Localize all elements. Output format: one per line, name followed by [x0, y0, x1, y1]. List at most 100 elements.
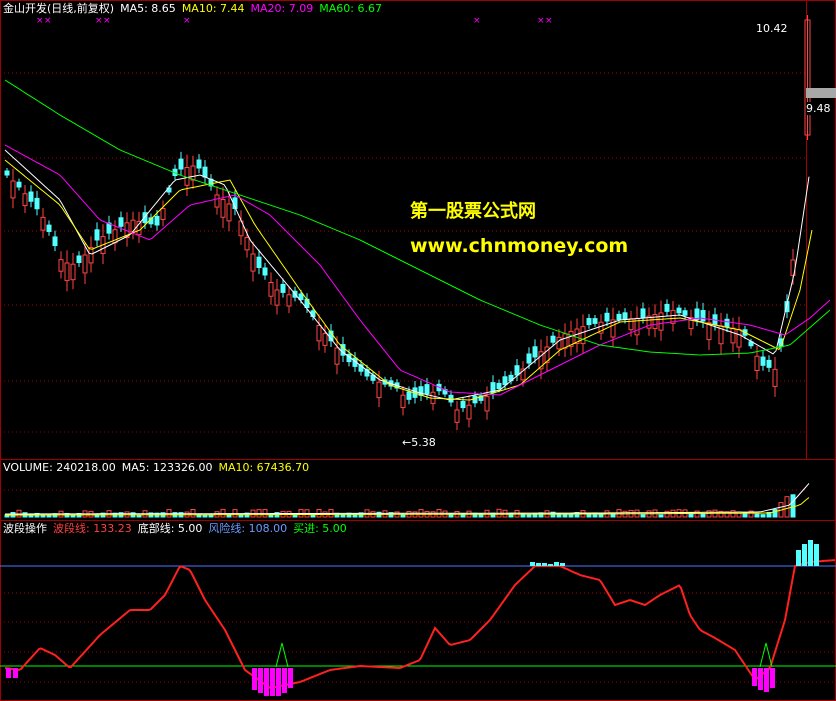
candle-body	[484, 396, 490, 412]
stock-chart-window: 金山开发(日线,前复权) MA5: 8.65 MA10: 7.44 MA20: 7.0…	[0, 0, 836, 701]
top-signal-bar	[802, 544, 807, 566]
candle-body	[118, 217, 124, 227]
candle-body	[190, 165, 196, 181]
candle-body	[52, 236, 58, 247]
volume-bar	[754, 513, 760, 518]
signal-marker: ×	[183, 16, 191, 26]
candle-body	[556, 336, 562, 350]
candle-body	[472, 395, 478, 404]
indicator-header: 波段操作 波段线: 133.23 底部线: 5.00 风险线: 108.00 买进: 5…	[3, 522, 353, 536]
candle-body	[280, 283, 286, 293]
candle-body	[424, 384, 430, 395]
candle-body	[40, 216, 46, 231]
top-signal-bar	[548, 564, 553, 566]
candle-body	[154, 215, 160, 226]
candle-body	[550, 335, 556, 343]
signal-marker: ×	[473, 16, 481, 26]
candle-body	[244, 237, 250, 251]
candle-body	[28, 191, 34, 202]
candle-body	[262, 267, 268, 276]
candle-body	[400, 394, 406, 409]
candle-body	[724, 318, 730, 328]
candle-body	[226, 203, 232, 222]
candle-body	[58, 259, 64, 272]
bottom-signal-bar	[276, 668, 281, 696]
candle-body	[64, 262, 70, 282]
signal-marker: ×	[537, 16, 545, 26]
volume-ma5-readout: MA5: 123326.00	[121, 461, 213, 474]
low-price-label: ←5.38	[402, 436, 436, 449]
signal-marker: ×	[103, 16, 111, 26]
candle-body	[760, 356, 766, 366]
candle-body	[214, 194, 220, 208]
signal-marker: ×	[95, 16, 103, 26]
candle-body	[454, 409, 460, 423]
candlestick-chart[interactable]: × × × × × × × ×	[0, 0, 836, 701]
volume-bar	[568, 513, 574, 518]
top-signal-bar	[536, 563, 541, 566]
candle-body	[664, 303, 670, 312]
high-price-label: 10.42	[756, 22, 788, 35]
candle-body	[70, 263, 76, 281]
volume-bar	[736, 511, 742, 518]
candle-body	[628, 318, 634, 331]
volume-bar	[562, 513, 568, 518]
current-price-marker	[806, 88, 836, 98]
volume-bar	[784, 496, 790, 518]
candle-body	[700, 310, 706, 322]
candle-body	[202, 166, 208, 178]
volume-bar	[526, 514, 532, 518]
candle-body	[196, 159, 202, 169]
candle-body	[616, 313, 622, 321]
candle-body	[658, 312, 664, 331]
bottom-signal-bar	[270, 668, 275, 696]
candle-body	[16, 181, 22, 188]
candle-body	[466, 404, 472, 420]
volume-header: VOLUME: 240218.00 MA5: 123326.00 MA10: 674…	[3, 461, 315, 475]
volume-readout: VOLUME: 240218.00	[3, 461, 116, 474]
volume-bar	[700, 513, 706, 518]
volume-bar	[658, 514, 664, 518]
candle-body	[22, 193, 28, 207]
candle-body	[772, 368, 778, 387]
candle-body	[526, 353, 532, 364]
signal-marker: ×	[545, 16, 553, 26]
candle-body	[622, 312, 628, 320]
top-signal-bar	[796, 550, 801, 566]
buy-readout: 买进: 5.00	[293, 522, 347, 535]
bottom-signal-bar	[752, 668, 757, 686]
bottom-signal-bar	[282, 668, 287, 693]
candle-body	[46, 224, 52, 232]
bottom-signal-bar	[758, 668, 763, 690]
candle-body	[268, 282, 274, 297]
candle-body	[406, 391, 412, 400]
candle-body	[514, 365, 520, 376]
candle-body	[754, 355, 760, 371]
candle-body	[730, 327, 736, 344]
candle-body	[34, 197, 40, 210]
top-signal-bar	[560, 563, 565, 566]
risk-line-readout: 风险线: 108.00	[208, 522, 288, 535]
candle-body	[676, 307, 682, 314]
candle-body	[160, 208, 166, 220]
volume-ma10-readout: MA10: 67436.70	[218, 461, 310, 474]
chart-frame	[0, 0, 836, 701]
candle-body	[460, 400, 466, 409]
candle-body	[682, 310, 688, 316]
bottom-signal-bar	[770, 668, 775, 688]
top-signal-bar	[530, 562, 535, 566]
candle-body	[502, 376, 508, 386]
current-price-tag: 9.48	[806, 102, 831, 115]
bottom-signal-bar	[288, 668, 293, 688]
ma5-line	[4, 149, 810, 401]
ma10-line	[4, 159, 813, 401]
signal-marker: ×	[44, 16, 52, 26]
volume-bar	[640, 514, 646, 518]
bottom-signal-bar	[764, 668, 769, 692]
candle-body	[82, 254, 88, 274]
candle-body	[640, 308, 646, 319]
bottom-signal-bar	[6, 668, 11, 678]
candle-body	[316, 325, 322, 342]
candle-body	[256, 256, 262, 269]
bottom-signal-bar	[264, 668, 269, 696]
